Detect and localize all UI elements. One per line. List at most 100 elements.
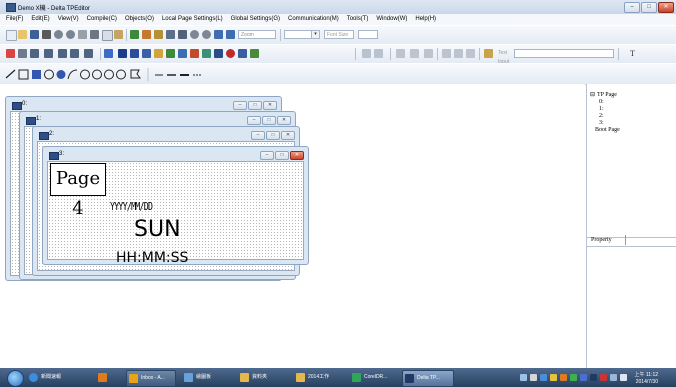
sector-tool-icon[interactable]	[92, 69, 102, 80]
trend-object-icon[interactable]	[70, 49, 79, 58]
graph-object-icon[interactable]	[84, 49, 93, 58]
align-left-icon[interactable]	[396, 49, 405, 58]
cut-icon[interactable]	[90, 30, 99, 39]
close-button[interactable]: ✕	[277, 116, 291, 125]
text-format-icon[interactable]	[484, 49, 493, 58]
text-object-icon[interactable]	[118, 49, 127, 58]
security-icon[interactable]	[590, 374, 597, 381]
day-display-object[interactable]: SUN	[134, 217, 181, 242]
align-bottom-icon[interactable]	[454, 49, 463, 58]
new-file-icon[interactable]	[6, 30, 17, 41]
chord-tool-icon[interactable]	[104, 69, 114, 80]
upload-icon[interactable]	[154, 30, 163, 39]
tree-item-page-1[interactable]: 1:	[599, 106, 604, 113]
menu-window[interactable]: Window(W)	[368, 14, 407, 25]
minimize-button[interactable]: –	[624, 2, 640, 13]
line-tool-icon[interactable]	[5, 69, 16, 79]
notification-icon[interactable]	[550, 374, 557, 381]
menu-communication[interactable]: Communication(M)	[280, 14, 339, 25]
taskbar-item-coreldraw[interactable]: CorelDR...	[350, 370, 398, 385]
monitor-icon[interactable]	[540, 374, 547, 381]
menu-compile[interactable]: Compile(C)	[79, 14, 117, 25]
volume-icon[interactable]	[620, 374, 627, 381]
record-object-icon[interactable]	[214, 49, 223, 58]
date-display-object[interactable]: YYYY/MM/DD	[110, 200, 153, 213]
taskbar-item-paint[interactable]: 繪圖板	[182, 370, 226, 385]
close-button[interactable]: ✕	[290, 151, 304, 160]
grid-object-icon[interactable]	[250, 49, 259, 58]
maximize-button[interactable]: □	[275, 151, 289, 160]
menu-view[interactable]: View(V)	[50, 14, 79, 25]
menu-help[interactable]: Help(H)	[407, 14, 436, 25]
disc-icon[interactable]	[54, 30, 63, 39]
image-icon[interactable]	[130, 30, 139, 39]
chart-object-icon[interactable]	[190, 49, 199, 58]
taskbar-item-tpeditor[interactable]: Delta TP...	[402, 370, 454, 387]
text-input-field[interactable]	[514, 49, 614, 58]
taskbar-item-outlook[interactable]: Inbox - A...	[126, 370, 176, 387]
keyboard-icon[interactable]	[530, 374, 537, 381]
close-button[interactable]: ✕	[281, 131, 295, 140]
save-icon[interactable]	[30, 30, 39, 39]
minimize-button[interactable]: –	[233, 101, 247, 110]
print-icon[interactable]	[42, 30, 51, 39]
zoom-out-icon[interactable]	[202, 30, 211, 39]
meter-object-icon[interactable]	[58, 49, 67, 58]
undo-icon[interactable]	[214, 30, 223, 39]
network-icon[interactable]	[570, 374, 577, 381]
maximize-button[interactable]: □	[641, 2, 657, 13]
table-object-icon[interactable]	[178, 49, 187, 58]
disc-save-icon[interactable]	[66, 30, 75, 39]
filled-rectangle-tool-icon[interactable]	[32, 70, 41, 79]
close-button[interactable]: ✕	[263, 101, 277, 110]
page-label-object[interactable]: Page 4	[50, 163, 106, 219]
size-input[interactable]	[358, 30, 378, 39]
app-tray-icon[interactable]	[560, 374, 567, 381]
wide-text-icon[interactable]	[238, 49, 247, 58]
tree-expand-icon[interactable]: ⊟	[590, 92, 595, 99]
text-tool-button[interactable]: T	[628, 49, 644, 58]
transfer-icon[interactable]	[178, 30, 187, 39]
pen-icon[interactable]	[78, 30, 87, 39]
tree-item-page-0[interactable]: 0:	[599, 99, 604, 106]
open-folder-icon[interactable]	[18, 30, 27, 39]
stop-icon[interactable]	[226, 49, 235, 58]
bluetooth-icon[interactable]	[580, 374, 587, 381]
font-combo[interactable]: ▾	[284, 30, 320, 39]
taskbar-item-ie[interactable]: 新聞速報	[27, 370, 85, 385]
chevron-down-icon[interactable]: ▾	[311, 31, 319, 38]
menu-local-page-settings[interactable]: Local Page Settings(L)	[154, 14, 223, 25]
align-top-icon[interactable]	[442, 49, 451, 58]
lamp-object-icon[interactable]	[18, 49, 27, 58]
distribute-icon[interactable]	[466, 49, 475, 58]
close-button[interactable]: ✕	[658, 2, 674, 13]
menu-global-settings[interactable]: Global Settings(G)	[223, 14, 280, 25]
bar-object-2-icon[interactable]	[44, 49, 53, 58]
alarm-object-icon[interactable]	[154, 49, 163, 58]
minimize-button[interactable]: –	[260, 151, 274, 160]
tree-item-page-2[interactable]: 2:	[599, 113, 604, 120]
tree-item-tp-page[interactable]: TP Page	[597, 92, 617, 99]
menu-objects[interactable]: Objects(O)	[117, 14, 154, 25]
menu-edit[interactable]: Edit(E)	[23, 14, 49, 25]
menu-file[interactable]: File(F)	[0, 14, 23, 25]
minimize-button[interactable]: –	[251, 131, 265, 140]
maximize-button[interactable]: □	[248, 101, 262, 110]
font-size-combo[interactable]: Font Size	[324, 30, 354, 39]
tree-item-boot-page[interactable]: Boot Page	[595, 127, 620, 134]
compile-icon[interactable]	[142, 30, 151, 39]
taskbar-item-media[interactable]	[96, 370, 112, 385]
button-object-icon[interactable]	[6, 49, 15, 58]
align-middle-icon[interactable]	[410, 49, 419, 58]
align-right-icon[interactable]	[424, 49, 433, 58]
zoom-in-icon[interactable]	[190, 30, 199, 39]
maximize-button[interactable]: □	[266, 131, 280, 140]
page-window-3[interactable]: 3: – □ ✕ Page 4 YYYY/MM/DD SUN HH:MM:SS	[42, 146, 309, 266]
time-display-object[interactable]: HH:MM:SS	[116, 250, 188, 266]
minimize-button[interactable]: –	[247, 116, 261, 125]
zoom-combo[interactable]: Zoom	[238, 30, 276, 39]
menu-tools[interactable]: Tools(T)	[339, 14, 369, 25]
polygon-tool-icon[interactable]	[130, 69, 141, 79]
download-icon[interactable]	[166, 30, 175, 39]
bar-object-icon[interactable]	[30, 49, 39, 58]
